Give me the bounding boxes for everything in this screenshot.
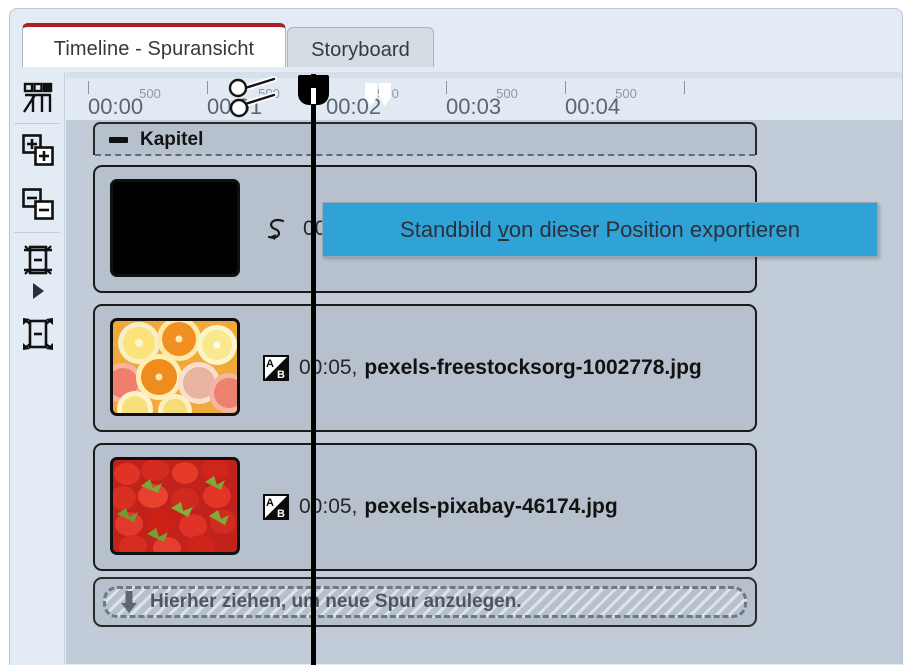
down-arrow-icon [120, 590, 138, 614]
citrus-thumbnail [113, 321, 237, 413]
curved-arrow-icon [263, 214, 293, 244]
play-arrow-icon [29, 281, 47, 301]
ruler-top-shade [66, 72, 902, 78]
svg-text:A: A [266, 358, 274, 370]
add-track-tool-button[interactable] [18, 130, 58, 170]
scissors-cursor [228, 75, 284, 125]
tab-strip-base [10, 67, 902, 72]
ruler-tick [565, 81, 566, 94]
new-track-dropzone[interactable]: Hierher ziehen, um neue Spur anzulegen. [93, 577, 757, 627]
chapter-label: Kapitel [140, 128, 204, 150]
clip-name: pexels-pixabay-46174.jpg [364, 495, 618, 518]
playhead-line[interactable] [311, 74, 316, 665]
clip-caption: A B 00:05, pexels-pixabay-46174.jpg [263, 494, 618, 520]
clip-thumbnail[interactable] [110, 179, 240, 277]
strawberry-thumbnail [113, 460, 237, 552]
expand-arrow-tool-button[interactable] [18, 277, 58, 305]
zoom-fit-tool-button[interactable] [18, 314, 58, 354]
track-row[interactable]: A B 00:05, pexels-freestocksorg-1002778.… [93, 304, 757, 432]
time-ruler[interactable]: 500 500 500 500 500 00:00 00:01 00:02 00… [66, 72, 902, 121]
chapter-bar[interactable]: Kapitel [93, 122, 757, 155]
tab-strip: Timeline - Spuransicht Storyboard [10, 9, 903, 72]
add-track-icon [21, 133, 55, 167]
context-menu-label-suffix: on dieser Position exportieren [508, 216, 800, 242]
clip-time: 00:05, [299, 495, 358, 518]
chapter-divider [95, 154, 755, 156]
split-clip-tool-button[interactable] [18, 78, 58, 118]
fit-track-height-tool-button[interactable] [18, 240, 58, 280]
clip-caption: A B 00:05, pexels-freestocksorg-1002778.… [263, 355, 702, 381]
context-menu-label-prefix: Standbild [400, 216, 498, 242]
remove-track-tool-button[interactable] [18, 184, 58, 224]
ruler-time-label: 00:00 [88, 94, 144, 119]
timeline-panel: 500 500 500 500 500 00:00 00:01 00:02 00… [66, 72, 902, 664]
tab-storyboard[interactable]: Storyboard [287, 27, 434, 72]
rail-separator-2 [14, 232, 60, 233]
tool-rail [10, 72, 65, 664]
svg-text:B: B [277, 369, 285, 381]
context-menu-item-export-still[interactable]: Standbild von dieser Position exportiere… [322, 202, 878, 257]
black-frame-thumbnail [113, 182, 237, 274]
rail-separator-1 [14, 123, 60, 124]
ruler-tick [207, 81, 208, 94]
context-menu-label-accel: v [497, 216, 509, 242]
new-track-dropzone-inner: Hierher ziehen, um neue Spur anzulegen. [103, 586, 747, 618]
clip-thumbnail[interactable] [110, 457, 240, 555]
svg-text:B: B [277, 508, 285, 520]
ruler-time-label: 00:04 [565, 94, 621, 119]
zoom-fit-icon [21, 317, 55, 351]
ab-transition-icon: A B [263, 494, 289, 520]
clip-thumbnail[interactable] [110, 318, 240, 416]
ruler-tick [88, 81, 89, 94]
ruler-tick [684, 81, 685, 94]
fit-track-height-icon [21, 243, 55, 277]
context-menu-item-label: Standbild von dieser Position exportiere… [400, 217, 800, 243]
minus-icon[interactable] [109, 136, 128, 143]
remove-track-icon [21, 187, 55, 221]
app-root: Timeline - Spuransicht Storyboard 500 50… [0, 0, 903, 665]
tab-storyboard-label: Storyboard [311, 38, 410, 61]
playhead-notch [311, 88, 316, 104]
split-clip-icon [21, 81, 55, 115]
new-track-dropzone-label: Hierher ziehen, um neue Spur anzulegen. [150, 591, 522, 612]
ruler-time-label: 00:03 [446, 94, 502, 119]
track-row[interactable]: A B 00:05, pexels-pixabay-46174.jpg [93, 443, 757, 571]
clip-time: 00:05, [299, 356, 358, 379]
svg-text:A: A [266, 497, 274, 509]
tab-timeline-spuransicht[interactable]: Timeline - Spuransicht [22, 23, 286, 72]
ruler-tick [446, 81, 447, 94]
clip-name: pexels-freestocksorg-1002778.jpg [364, 356, 702, 379]
tab-timeline-label: Timeline - Spuransicht [53, 38, 255, 60]
ab-transition-icon: A B [263, 355, 289, 381]
